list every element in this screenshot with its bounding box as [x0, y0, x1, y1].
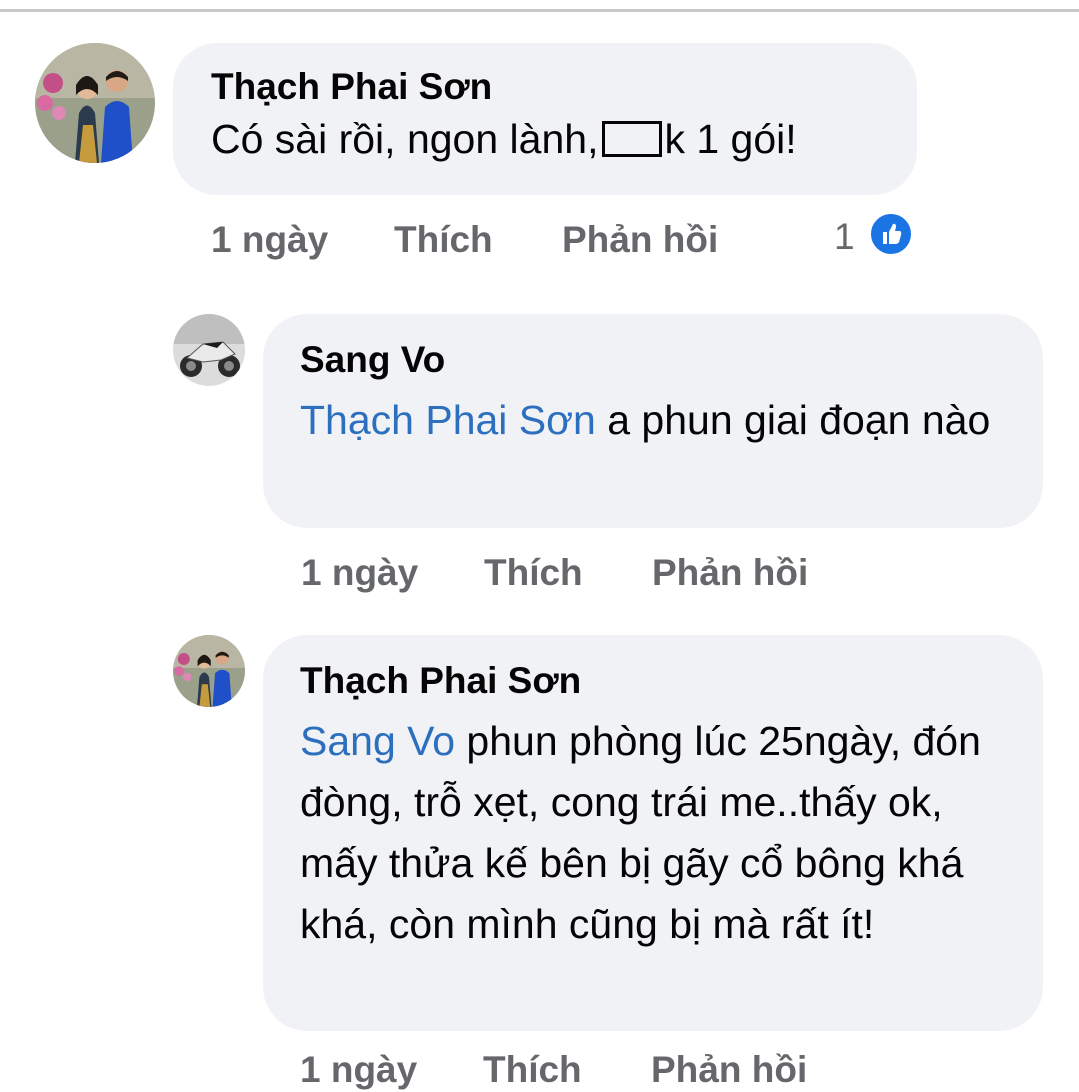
comment-body: a phun giai đoạn nào: [595, 397, 991, 443]
comment-text: Sang Vo phun phòng lúc 25ngày, đón đòng,…: [300, 711, 1003, 955]
avatar-photo-couple: [35, 43, 155, 163]
comment-text-after: k 1 gói!: [664, 116, 797, 162]
like-icon[interactable]: [868, 211, 914, 257]
comment-text: Thạch Phai Sơn a phun giai đoạn nào: [300, 390, 1013, 451]
reply-button[interactable]: Phản hồi: [652, 551, 808, 595]
comment-time[interactable]: 1 ngày: [211, 218, 328, 262]
comment-time[interactable]: 1 ngày: [301, 551, 418, 595]
top-divider: [0, 9, 1079, 12]
like-button[interactable]: Thích: [484, 551, 583, 595]
comment-time[interactable]: 1 ngày: [300, 1048, 417, 1092]
comment-author[interactable]: Sang Vo: [300, 338, 1013, 382]
comment-text: Có sài rồi, ngon lành, k 1 gói!: [211, 109, 917, 170]
avatar[interactable]: [35, 43, 155, 163]
reply-button[interactable]: Phản hồi: [651, 1048, 807, 1092]
avatar[interactable]: [173, 314, 245, 386]
avatar-photo-motorbike: [173, 314, 245, 386]
reaction-count[interactable]: 1: [834, 215, 855, 259]
like-button[interactable]: Thích: [483, 1048, 582, 1092]
reply-button[interactable]: Phản hồi: [562, 218, 718, 262]
mention-link[interactable]: Thạch Phai Sơn: [300, 397, 596, 443]
reply-bubble: Sang Vo Thạch Phai Sơn a phun giai đoạn …: [263, 314, 1043, 528]
redaction-box: [602, 121, 663, 157]
avatar[interactable]: [173, 635, 245, 707]
comment-text-before: Có sài rồi, ngon lành,: [211, 116, 599, 162]
avatar-photo-couple: [173, 635, 245, 707]
comment-bubble: Thạch Phai Sơn Có sài rồi, ngon lành, k 1…: [173, 43, 917, 195]
mention-link[interactable]: Sang Vo: [300, 718, 455, 764]
like-button[interactable]: Thích: [394, 218, 493, 262]
comment-author[interactable]: Thạch Phai Sơn: [211, 65, 917, 109]
reply-bubble: Thạch Phai Sơn Sang Vo phun phòng lúc 25…: [263, 635, 1043, 1031]
comment-author[interactable]: Thạch Phai Sơn: [300, 659, 1003, 703]
